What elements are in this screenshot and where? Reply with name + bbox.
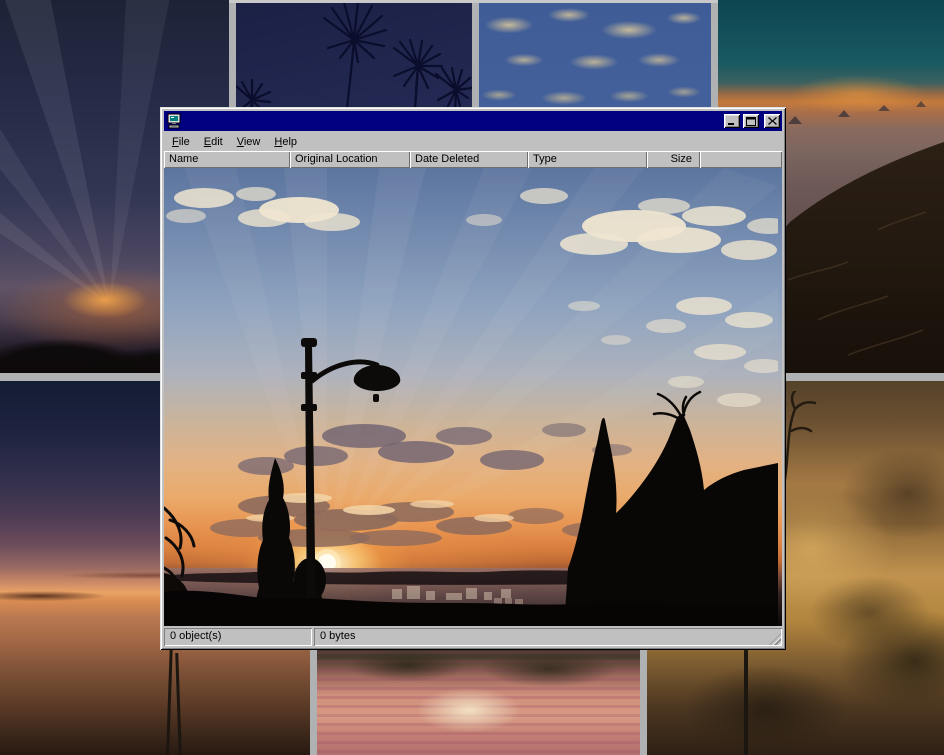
water-pole xyxy=(175,653,182,755)
column-header-original-location[interactable]: Original Location xyxy=(290,151,410,168)
minimize-button[interactable] xyxy=(724,114,740,128)
status-bytes: 0 bytes xyxy=(314,628,782,646)
street-lamp-sunset-photo xyxy=(164,168,778,626)
status-bytes-text: 0 bytes xyxy=(320,630,355,642)
menu-help[interactable]: Help xyxy=(267,133,304,150)
maximize-icon xyxy=(746,117,756,126)
status-bar: 0 object(s) 0 bytes xyxy=(164,628,782,646)
column-headers: Name Original Location Date Deleted Type… xyxy=(164,151,782,168)
close-button[interactable] xyxy=(764,114,780,128)
recycle-list-view[interactable] xyxy=(164,168,782,626)
menu-bar: File Edit View Help xyxy=(164,131,782,151)
column-header-date-deleted[interactable]: Date Deleted xyxy=(410,151,528,168)
minimize-icon xyxy=(727,117,737,126)
column-header-empty[interactable] xyxy=(700,151,782,168)
column-header-type[interactable]: Type xyxy=(528,151,647,168)
resize-grip[interactable] xyxy=(769,633,781,645)
recycle-bin-window: File Edit View Help Name Original Locati… xyxy=(160,107,786,650)
photo-frame-edge xyxy=(229,0,718,3)
column-header-name[interactable]: Name xyxy=(164,151,290,168)
water-pole xyxy=(166,641,173,755)
maximize-button[interactable] xyxy=(743,114,759,128)
column-header-size[interactable]: Size xyxy=(647,151,700,168)
menu-file[interactable]: File xyxy=(165,133,197,150)
right-trees-silhouette xyxy=(564,414,778,626)
status-objects: 0 object(s) xyxy=(164,628,312,646)
menu-edit[interactable]: Edit xyxy=(197,133,230,150)
menu-view[interactable]: View xyxy=(230,133,268,150)
window-titlebar[interactable] xyxy=(164,111,782,131)
computer-icon[interactable] xyxy=(166,113,182,129)
close-icon xyxy=(768,117,777,125)
twig-silhouette xyxy=(777,391,837,481)
desktop: { "window": { "title": "", "menu": ["Fil… xyxy=(0,0,944,755)
